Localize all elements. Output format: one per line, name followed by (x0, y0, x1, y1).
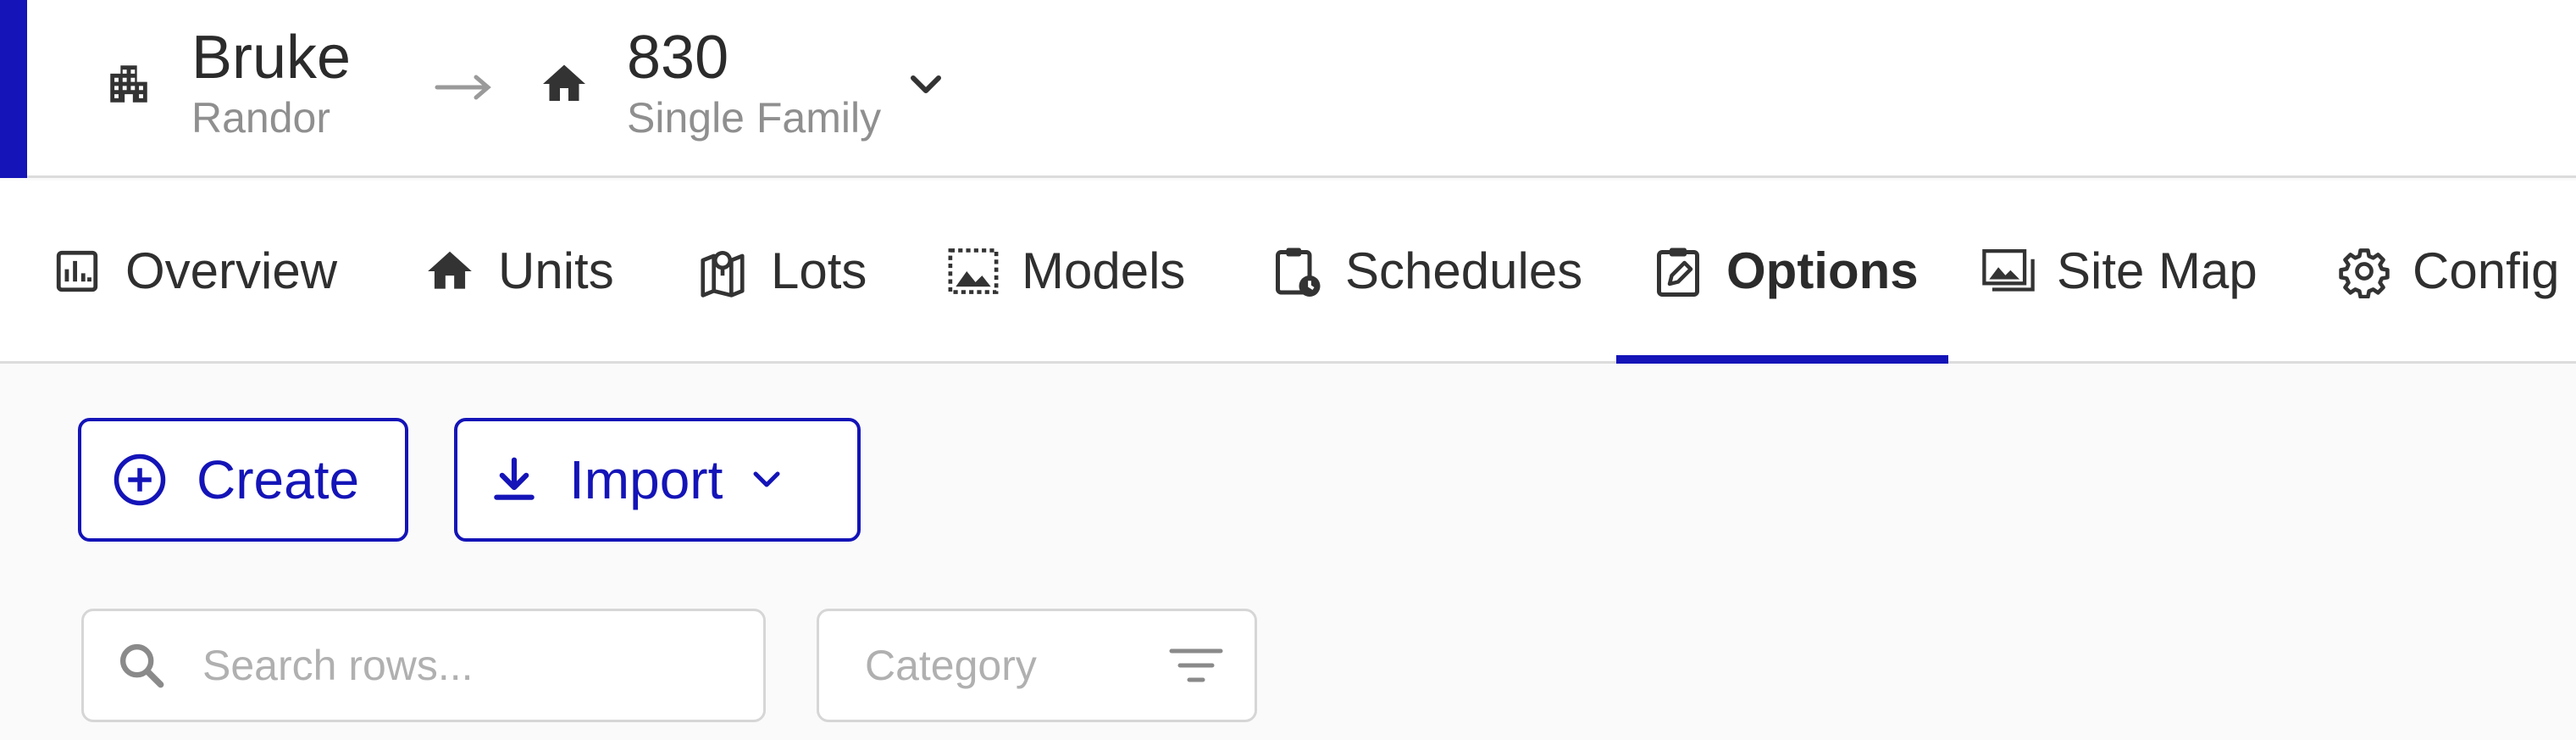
tab-label: Config (2413, 242, 2560, 299)
chevron-down-icon (753, 471, 780, 487)
download-icon (494, 457, 535, 500)
app-header: Bruke Randor 830 Single Family (0, 0, 2576, 178)
tab-options[interactable]: Options (1652, 181, 1919, 361)
clipboard-edit-icon (1652, 243, 1704, 299)
plus-circle-icon (114, 453, 166, 506)
tab-overview[interactable]: Overview (51, 181, 337, 361)
search-field[interactable] (81, 609, 766, 722)
category-input[interactable] (865, 641, 1136, 690)
building-icon (103, 58, 154, 109)
active-tab-indicator (1616, 355, 1948, 364)
plan-name: 830 (627, 24, 729, 92)
tab-schedules[interactable]: Schedules (1271, 181, 1582, 361)
arrow-right-icon (435, 75, 491, 100)
tab-site-map[interactable]: Site Map (1982, 181, 2257, 361)
category-filter[interactable] (817, 609, 1257, 722)
tab-lots[interactable]: Lots (696, 181, 867, 361)
search-input[interactable] (202, 641, 711, 690)
community-subtitle: Randor (191, 94, 330, 142)
tab-models[interactable]: Models (947, 181, 1185, 361)
create-button[interactable]: Create (78, 418, 408, 542)
import-button-label: Import (569, 449, 723, 510)
tab-bar: Overview Units Lots Models Schedules Opt… (0, 181, 2576, 364)
image-frame-icon (947, 243, 1000, 299)
tab-label: Site Map (2057, 242, 2257, 299)
tab-label: Models (1022, 242, 1186, 299)
community-name: Bruke (191, 24, 352, 92)
search-icon (119, 643, 164, 688)
breadcrumb-plan[interactable]: 830 Single Family (539, 25, 881, 142)
tab-label: Schedules (1345, 242, 1583, 299)
clipboard-clock-icon (1271, 243, 1323, 299)
tab-units[interactable]: Units (424, 181, 614, 361)
create-button-label: Create (197, 449, 360, 510)
tab-label: Lots (771, 242, 867, 299)
home-icon (539, 58, 590, 109)
breadcrumb-community[interactable]: Bruke Randor (103, 25, 351, 142)
filter-icon (1169, 648, 1223, 682)
tab-label: Units (498, 242, 614, 299)
bar-chart-icon (51, 243, 103, 299)
plan-subtitle: Single Family (627, 94, 882, 142)
map-pin-icon (696, 243, 749, 299)
import-button[interactable]: Import (454, 418, 861, 542)
images-icon (1982, 243, 2035, 299)
tab-config[interactable]: Config (2338, 181, 2559, 361)
gear-icon (2338, 243, 2390, 299)
chevron-down-icon[interactable] (905, 68, 947, 102)
tab-label: Overview (125, 242, 338, 299)
home-icon (424, 243, 476, 299)
accent-bar (0, 0, 27, 178)
tab-label: Options (1726, 242, 1919, 299)
